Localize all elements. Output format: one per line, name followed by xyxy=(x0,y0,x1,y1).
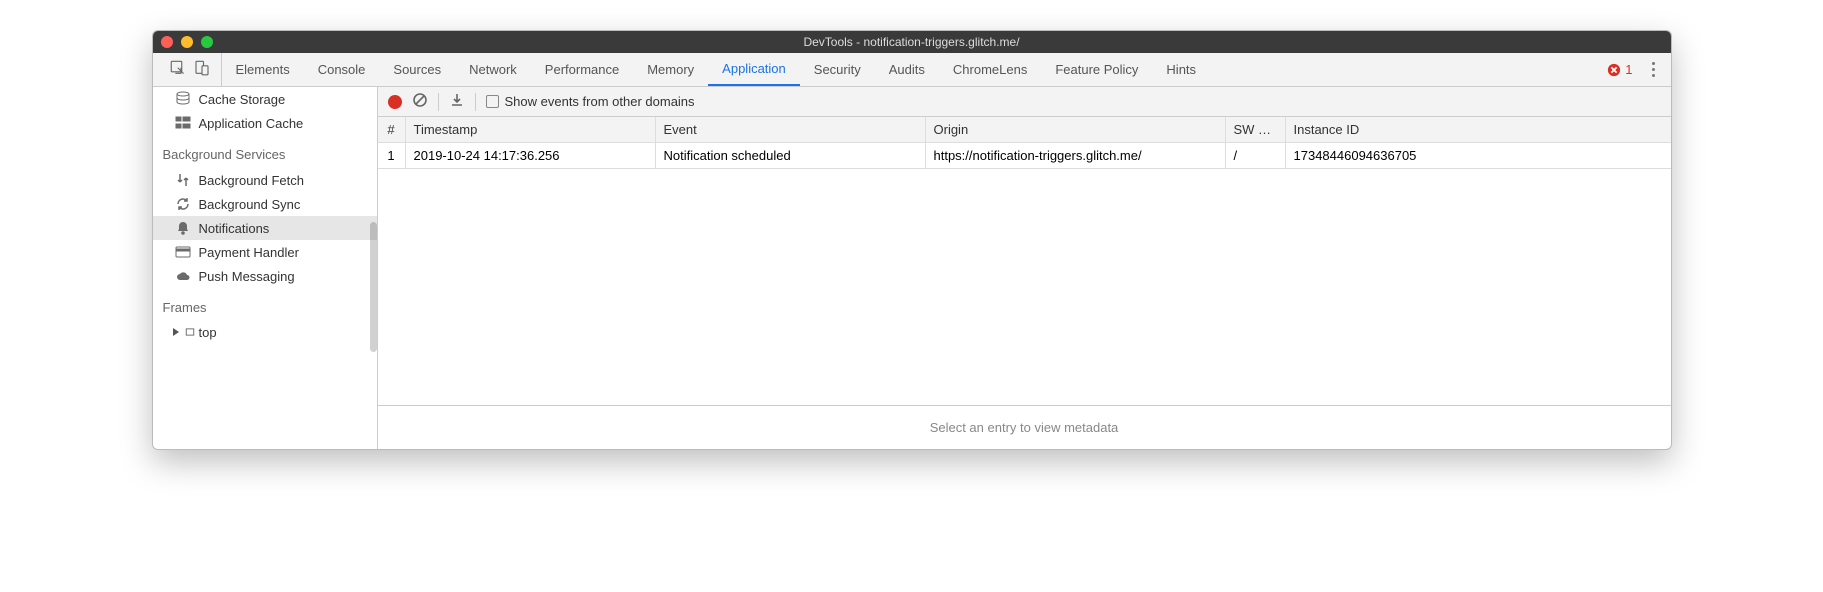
titlebar: DevTools - notification-triggers.glitch.… xyxy=(153,31,1671,53)
detail-hint: Select an entry to view metadata xyxy=(378,406,1671,449)
sidebar-item-payment-handler[interactable]: Payment Handler xyxy=(153,240,377,264)
sidebar-label: Payment Handler xyxy=(199,245,299,260)
cell-event: Notification scheduled xyxy=(656,143,926,168)
device-icon[interactable] xyxy=(193,59,211,80)
bell-icon xyxy=(175,220,191,236)
cell-sw-scope: / xyxy=(1226,143,1286,168)
frame-label: top xyxy=(199,325,217,340)
tabbar-left-tools xyxy=(159,53,222,86)
tab-performance[interactable]: Performance xyxy=(531,53,633,86)
tab-elements[interactable]: Elements xyxy=(222,53,304,86)
tab-console[interactable]: Console xyxy=(304,53,380,86)
frame-icon xyxy=(185,327,195,337)
sidebar-frame-top[interactable]: top xyxy=(153,321,377,343)
grid-icon xyxy=(175,115,191,131)
cloud-icon xyxy=(175,268,191,284)
col-sw-scope[interactable]: SW … xyxy=(1226,117,1286,142)
sidebar-label: Application Cache xyxy=(199,116,304,131)
tab-audits[interactable]: Audits xyxy=(875,53,939,86)
sidebar-item-background-sync[interactable]: Background Sync xyxy=(153,192,377,216)
sidebar-label: Push Messaging xyxy=(199,269,295,284)
tab-application[interactable]: Application xyxy=(708,53,800,86)
table-body: 1 2019-10-24 14:17:36.256 Notification s… xyxy=(378,143,1671,406)
error-count-badge[interactable]: 1 xyxy=(1607,62,1632,77)
show-other-domains-checkbox[interactable]: Show events from other domains xyxy=(486,94,695,109)
events-table: # Timestamp Event Origin SW … Instance I… xyxy=(378,117,1671,449)
cell-number: 1 xyxy=(378,143,406,168)
col-event[interactable]: Event xyxy=(656,117,926,142)
cell-timestamp: 2019-10-24 14:17:36.256 xyxy=(406,143,656,168)
tab-network[interactable]: Network xyxy=(455,53,531,86)
tab-chromelens[interactable]: ChromeLens xyxy=(939,53,1041,86)
col-timestamp[interactable]: Timestamp xyxy=(406,117,656,142)
main-panel: Show events from other domains # Timesta… xyxy=(378,87,1671,449)
window-close-button[interactable] xyxy=(161,36,173,48)
tab-sources[interactable]: Sources xyxy=(379,53,455,86)
sidebar-item-application-cache[interactable]: Application Cache xyxy=(153,111,377,135)
sidebar-label: Cache Storage xyxy=(199,92,286,107)
tab-security[interactable]: Security xyxy=(800,53,875,86)
col-origin[interactable]: Origin xyxy=(926,117,1226,142)
table-header-row: # Timestamp Event Origin SW … Instance I… xyxy=(378,117,1671,143)
sidebar-heading-frames: Frames xyxy=(153,288,377,321)
cell-instance-id: 17348446094636705 xyxy=(1286,143,1671,168)
tab-memory[interactable]: Memory xyxy=(633,53,708,86)
clear-button[interactable] xyxy=(412,92,428,111)
error-icon xyxy=(1607,63,1621,77)
more-menu-button[interactable] xyxy=(1643,62,1665,77)
expand-triangle-icon xyxy=(171,327,181,337)
sidebar-item-background-fetch[interactable]: Background Fetch xyxy=(153,168,377,192)
card-icon xyxy=(175,244,191,260)
events-toolbar: Show events from other domains xyxy=(378,87,1671,117)
table-row[interactable]: 1 2019-10-24 14:17:36.256 Notification s… xyxy=(378,143,1671,169)
col-instance-id[interactable]: Instance ID xyxy=(1286,117,1671,142)
sidebar-label: Background Sync xyxy=(199,197,301,212)
fetch-icon xyxy=(175,172,191,188)
sync-icon xyxy=(175,196,191,212)
devtools-window: DevTools - notification-triggers.glitch.… xyxy=(152,30,1672,450)
sidebar-heading-background-services: Background Services xyxy=(153,135,377,168)
devtools-tabbar: Elements Console Sources Network Perform… xyxy=(153,53,1671,87)
sidebar: Cache Storage Application Cache Backgrou… xyxy=(153,87,378,449)
tab-feature-policy[interactable]: Feature Policy xyxy=(1041,53,1152,86)
tab-hints[interactable]: Hints xyxy=(1152,53,1210,86)
inspect-icon[interactable] xyxy=(169,59,187,80)
window-controls xyxy=(161,36,213,48)
toolbar-divider xyxy=(475,93,476,111)
sidebar-scrollbar[interactable] xyxy=(370,222,377,352)
database-icon xyxy=(175,91,191,107)
record-button[interactable] xyxy=(388,95,402,109)
sidebar-label: Background Fetch xyxy=(199,173,305,188)
window-maximize-button[interactable] xyxy=(201,36,213,48)
checkbox-label: Show events from other domains xyxy=(505,94,695,109)
col-number[interactable]: # xyxy=(378,117,406,142)
window-minimize-button[interactable] xyxy=(181,36,193,48)
sidebar-label: Notifications xyxy=(199,221,270,236)
sidebar-item-cache-storage[interactable]: Cache Storage xyxy=(153,87,377,111)
sidebar-item-push-messaging[interactable]: Push Messaging xyxy=(153,264,377,288)
show-other-domains-input[interactable] xyxy=(486,95,499,108)
sidebar-item-notifications[interactable]: Notifications xyxy=(153,216,377,240)
download-button[interactable] xyxy=(449,92,465,111)
toolbar-divider xyxy=(438,93,439,111)
cell-origin: https://notification-triggers.glitch.me/ xyxy=(926,143,1226,168)
window-title: DevTools - notification-triggers.glitch.… xyxy=(153,35,1671,49)
